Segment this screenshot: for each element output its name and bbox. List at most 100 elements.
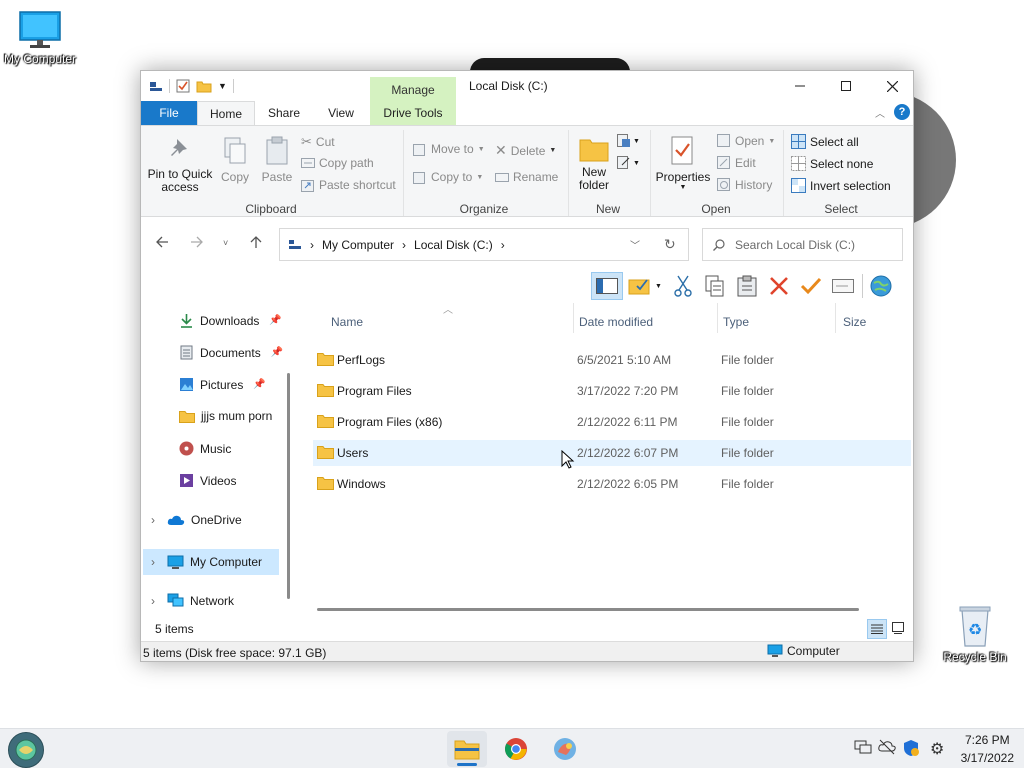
up-button[interactable] (249, 235, 263, 253)
forward-button[interactable] (190, 235, 204, 253)
column-header-date[interactable]: Date modified (579, 315, 653, 329)
copy-toolbar-button[interactable] (699, 272, 731, 300)
delete-toolbar-button[interactable] (763, 272, 795, 300)
horizontal-scrollbar[interactable] (317, 608, 859, 611)
file-row[interactable]: Program Files 3/17/2022 7:20 PM File fol… (313, 378, 911, 404)
forward-arrow-icon (191, 236, 203, 248)
column-header-type[interactable]: Type (723, 315, 749, 329)
new-folder-button[interactable]: New folder (575, 136, 613, 192)
paint-app-icon (554, 738, 576, 760)
close-button[interactable] (869, 71, 913, 101)
open-button[interactable]: Open ▼ (717, 134, 775, 148)
refresh-icon[interactable]: ↻ (664, 236, 676, 253)
nav-item-videos[interactable]: Videos (179, 473, 236, 488)
new-item-button[interactable]: ▼ (617, 134, 640, 148)
file-row[interactable]: PerfLogs 6/5/2021 5:10 AM File folder (313, 347, 911, 373)
new-folder-quick-icon[interactable] (196, 79, 212, 93)
column-header-name[interactable]: Name (331, 315, 363, 329)
copy-to-button[interactable]: Copy to ▼ (413, 170, 483, 184)
cut-button[interactable]: ✂ Cut (301, 134, 335, 150)
tab-drive-tools[interactable]: Drive Tools (370, 101, 456, 125)
taskbar-chrome[interactable] (496, 731, 536, 767)
clock-time: 7:26 PM (964, 733, 1010, 747)
easy-access-button[interactable]: ▼ (617, 156, 640, 170)
file-date: 6/5/2021 5:10 AM (577, 353, 672, 367)
customize-quick-access-icon[interactable]: ▼ (218, 81, 227, 91)
pin-to-quick-access-button[interactable]: Pin to Quick access (147, 136, 213, 194)
nav-item-pictures[interactable]: Pictures 📌 (179, 377, 266, 392)
file-row[interactable]: Program Files (x86) 2/12/2022 6:11 PM Fi… (313, 409, 911, 435)
search-box[interactable]: Search Local Disk (C:) (702, 228, 903, 261)
copy-path-label: Copy path (319, 156, 374, 170)
help-icon[interactable]: ? (894, 104, 910, 120)
invert-selection-button[interactable]: Invert selection (791, 178, 891, 193)
preview-pane-button[interactable] (591, 272, 623, 300)
nav-item-music[interactable]: Music (179, 441, 231, 456)
paste-button[interactable]: Paste (259, 136, 295, 184)
expand-chevron-icon[interactable]: › (151, 594, 161, 608)
check-boxes-button[interactable]: ▼ (623, 272, 667, 300)
breadcrumb-my-computer[interactable]: My Computer (322, 238, 394, 252)
file-date: 2/12/2022 6:05 PM (577, 477, 679, 491)
network-tray-icon[interactable] (854, 739, 872, 758)
file-row-hovered[interactable]: Users 2/12/2022 6:07 PM File folder (313, 440, 911, 466)
apply-toolbar-button[interactable] (795, 272, 827, 300)
nav-item-network[interactable]: › Network (151, 593, 234, 608)
details-view-button[interactable] (867, 619, 887, 639)
copy-path-button[interactable]: Copy path (301, 156, 374, 170)
folder-icon (317, 415, 334, 428)
globe-toolbar-button[interactable] (866, 272, 896, 300)
window-title: Local Disk (C:) (469, 79, 548, 93)
tab-home[interactable]: Home (197, 101, 255, 125)
delete-button[interactable]: ✕ Delete ▼ (495, 142, 556, 159)
my-computer-desktop-icon[interactable]: My Computer (0, 10, 80, 66)
recycle-bin-desktop-icon[interactable]: ♻ Recycle Bin (935, 604, 1015, 664)
security-tray-icon[interactable] (902, 739, 920, 760)
expand-chevron-icon[interactable]: › (151, 555, 161, 569)
back-button[interactable] (155, 235, 169, 253)
settings-tray-icon[interactable]: ⚙ (930, 739, 944, 759)
taskbar-file-explorer[interactable] (447, 731, 487, 767)
column-header-size[interactable]: Size (843, 315, 866, 329)
copy-button[interactable]: Copy (217, 136, 253, 184)
edit-button[interactable]: Edit (717, 156, 756, 170)
copy-to-icon (413, 172, 425, 184)
large-icons-view-button[interactable] (891, 621, 905, 638)
cut-toolbar-button[interactable] (667, 272, 699, 300)
paste-toolbar-button[interactable] (731, 272, 763, 300)
recent-locations-button[interactable]: ˅ (223, 238, 228, 248)
select-all-button[interactable]: Select all (791, 134, 859, 149)
properties-button[interactable]: Properties ▼ (655, 136, 711, 191)
onedrive-tray-icon[interactable] (878, 739, 896, 758)
manage-tab[interactable]: Manage (370, 77, 456, 103)
file-row[interactable]: Windows 2/12/2022 6:05 PM File folder (313, 471, 911, 497)
start-button[interactable] (8, 732, 44, 768)
expand-chevron-icon[interactable]: › (151, 513, 161, 527)
address-dropdown-icon[interactable]: ﹀ (630, 237, 640, 252)
ribbon-collapse-icon[interactable]: ︿ (875, 105, 885, 120)
nav-item-onedrive[interactable]: › OneDrive (151, 513, 242, 527)
nav-item-documents[interactable]: Documents 📌 (179, 345, 283, 360)
select-none-button[interactable]: Select none (791, 156, 873, 171)
tab-view[interactable]: View (313, 101, 369, 125)
music-icon (179, 441, 194, 456)
paste-shortcut-button[interactable]: Paste shortcut (301, 178, 396, 192)
minimize-button[interactable] (777, 71, 823, 101)
nav-item-downloads[interactable]: Downloads 📌 (179, 313, 282, 328)
folder-icon (317, 353, 334, 366)
taskbar-paint-app[interactable] (545, 731, 585, 767)
history-button[interactable]: History (717, 178, 772, 192)
address-bar[interactable]: › My Computer › Local Disk (C:) › ﹀ ↻ (279, 228, 689, 261)
rename-button[interactable]: Rename (495, 170, 558, 184)
tab-share[interactable]: Share (257, 101, 311, 125)
rename-toolbar-button[interactable] (827, 272, 859, 300)
tab-file[interactable]: File (141, 101, 197, 125)
properties-quick-icon[interactable] (176, 79, 190, 93)
maximize-button[interactable] (823, 71, 869, 101)
move-to-button[interactable]: Move to ▼ (413, 142, 485, 156)
nav-item-folder[interactable]: jjjs mum porn (179, 409, 272, 423)
system-clock[interactable]: 7:26 PM 3/17/2022 (961, 731, 1014, 767)
nav-item-my-computer[interactable]: › My Computer (143, 549, 279, 575)
breadcrumb-local-disk[interactable]: Local Disk (C:) (414, 238, 493, 252)
nav-pane-scrollbar[interactable] (287, 373, 290, 599)
